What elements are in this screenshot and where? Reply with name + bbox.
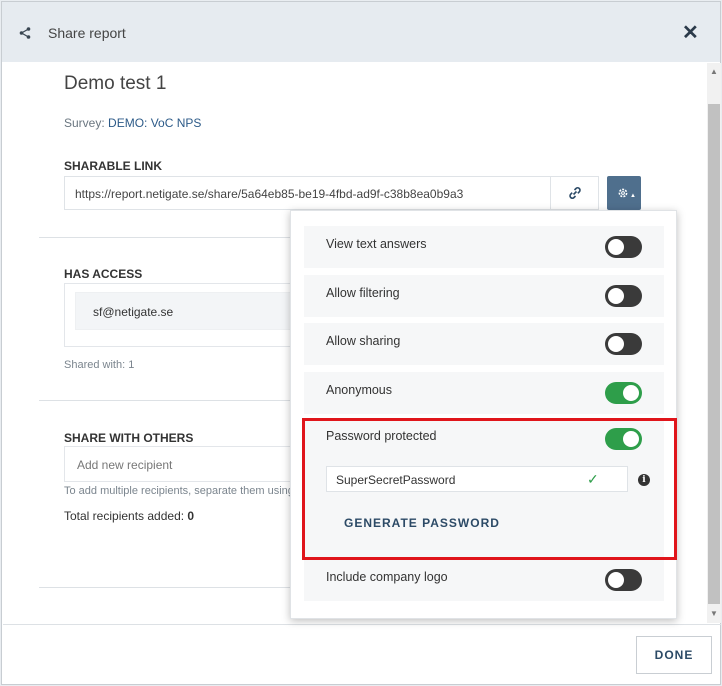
scrollbar[interactable]: ▲ ▼ bbox=[707, 63, 721, 623]
option-label: View text answers bbox=[326, 237, 427, 251]
link-icon bbox=[569, 187, 581, 199]
toggle-view-text-answers[interactable] bbox=[605, 236, 642, 258]
divider bbox=[39, 237, 292, 238]
divider bbox=[39, 400, 292, 401]
option-label: Include company logo bbox=[326, 570, 448, 584]
option-label: Anonymous bbox=[326, 383, 393, 397]
access-user-email: sf@netigate.se bbox=[93, 305, 174, 319]
caret-up-icon: ▲ bbox=[630, 193, 636, 199]
toggle-knob bbox=[608, 239, 624, 255]
toggle-knob bbox=[608, 288, 624, 304]
share-with-others-label: SHARE WITH OTHERS bbox=[64, 431, 194, 445]
survey-line: Survey: DEMO: VoC NPS bbox=[64, 116, 201, 130]
total-recipients-value: 0 bbox=[187, 509, 195, 523]
option-label: Allow sharing bbox=[326, 334, 401, 348]
option-label: Allow filtering bbox=[326, 286, 400, 300]
share-icon bbox=[19, 27, 31, 39]
toggle-anonymous[interactable] bbox=[605, 382, 642, 404]
survey-link[interactable]: DEMO: VoC NPS bbox=[108, 116, 201, 130]
survey-label: Survey: bbox=[64, 116, 105, 130]
option-allow-sharing: Allow sharing bbox=[304, 323, 664, 365]
option-allow-filtering: Allow filtering bbox=[304, 275, 664, 317]
total-recipients: Total recipients added: 0 bbox=[64, 509, 194, 523]
done-button[interactable]: DONE bbox=[636, 636, 712, 674]
report-title: Demo test 1 bbox=[64, 73, 167, 94]
sharable-link-label: SHARABLE LINK bbox=[64, 159, 162, 173]
password-highlight-box bbox=[302, 418, 677, 560]
divider bbox=[39, 587, 292, 588]
toggle-knob bbox=[623, 385, 639, 401]
option-view-text-answers: View text answers bbox=[304, 226, 664, 268]
sharable-link-field[interactable]: https://report.netigate.se/share/5a64eb8… bbox=[64, 176, 599, 210]
modal-header: Share report ✕ bbox=[2, 2, 720, 62]
total-recipients-label: Total recipients added: bbox=[64, 509, 185, 523]
has-access-label: HAS ACCESS bbox=[64, 267, 143, 281]
option-include-company-logo: Include company logo bbox=[304, 559, 664, 601]
scroll-down-arrow-icon[interactable]: ▼ bbox=[710, 609, 718, 618]
toggle-knob bbox=[608, 336, 624, 352]
access-user-chip[interactable]: sf@netigate.se bbox=[75, 292, 303, 330]
footer-divider bbox=[3, 624, 721, 625]
toggle-allow-sharing[interactable] bbox=[605, 333, 642, 355]
sharable-link-url[interactable]: https://report.netigate.se/share/5a64eb8… bbox=[75, 187, 463, 201]
settings-button[interactable]: ▲ bbox=[607, 176, 641, 210]
option-anonymous: Anonymous bbox=[304, 372, 664, 414]
scroll-up-arrow-icon[interactable]: ▲ bbox=[710, 67, 718, 76]
copy-link-button[interactable] bbox=[550, 177, 598, 209]
modal-title: Share report bbox=[48, 25, 126, 41]
recipient-hint: To add multiple recipients, separate the… bbox=[64, 485, 294, 497]
access-list: sf@netigate.se bbox=[64, 283, 304, 347]
recipient-input[interactable]: Add new recipient bbox=[64, 446, 304, 482]
toggle-knob bbox=[608, 572, 624, 588]
gear-icon bbox=[618, 188, 628, 198]
close-icon[interactable]: ✕ bbox=[682, 23, 699, 43]
recipient-placeholder: Add new recipient bbox=[77, 458, 173, 472]
toggle-include-company-logo[interactable] bbox=[605, 569, 642, 591]
scrollbar-thumb[interactable] bbox=[708, 104, 720, 604]
toggle-allow-filtering[interactable] bbox=[605, 285, 642, 307]
shared-with-count: Shared with: 1 bbox=[64, 359, 135, 371]
